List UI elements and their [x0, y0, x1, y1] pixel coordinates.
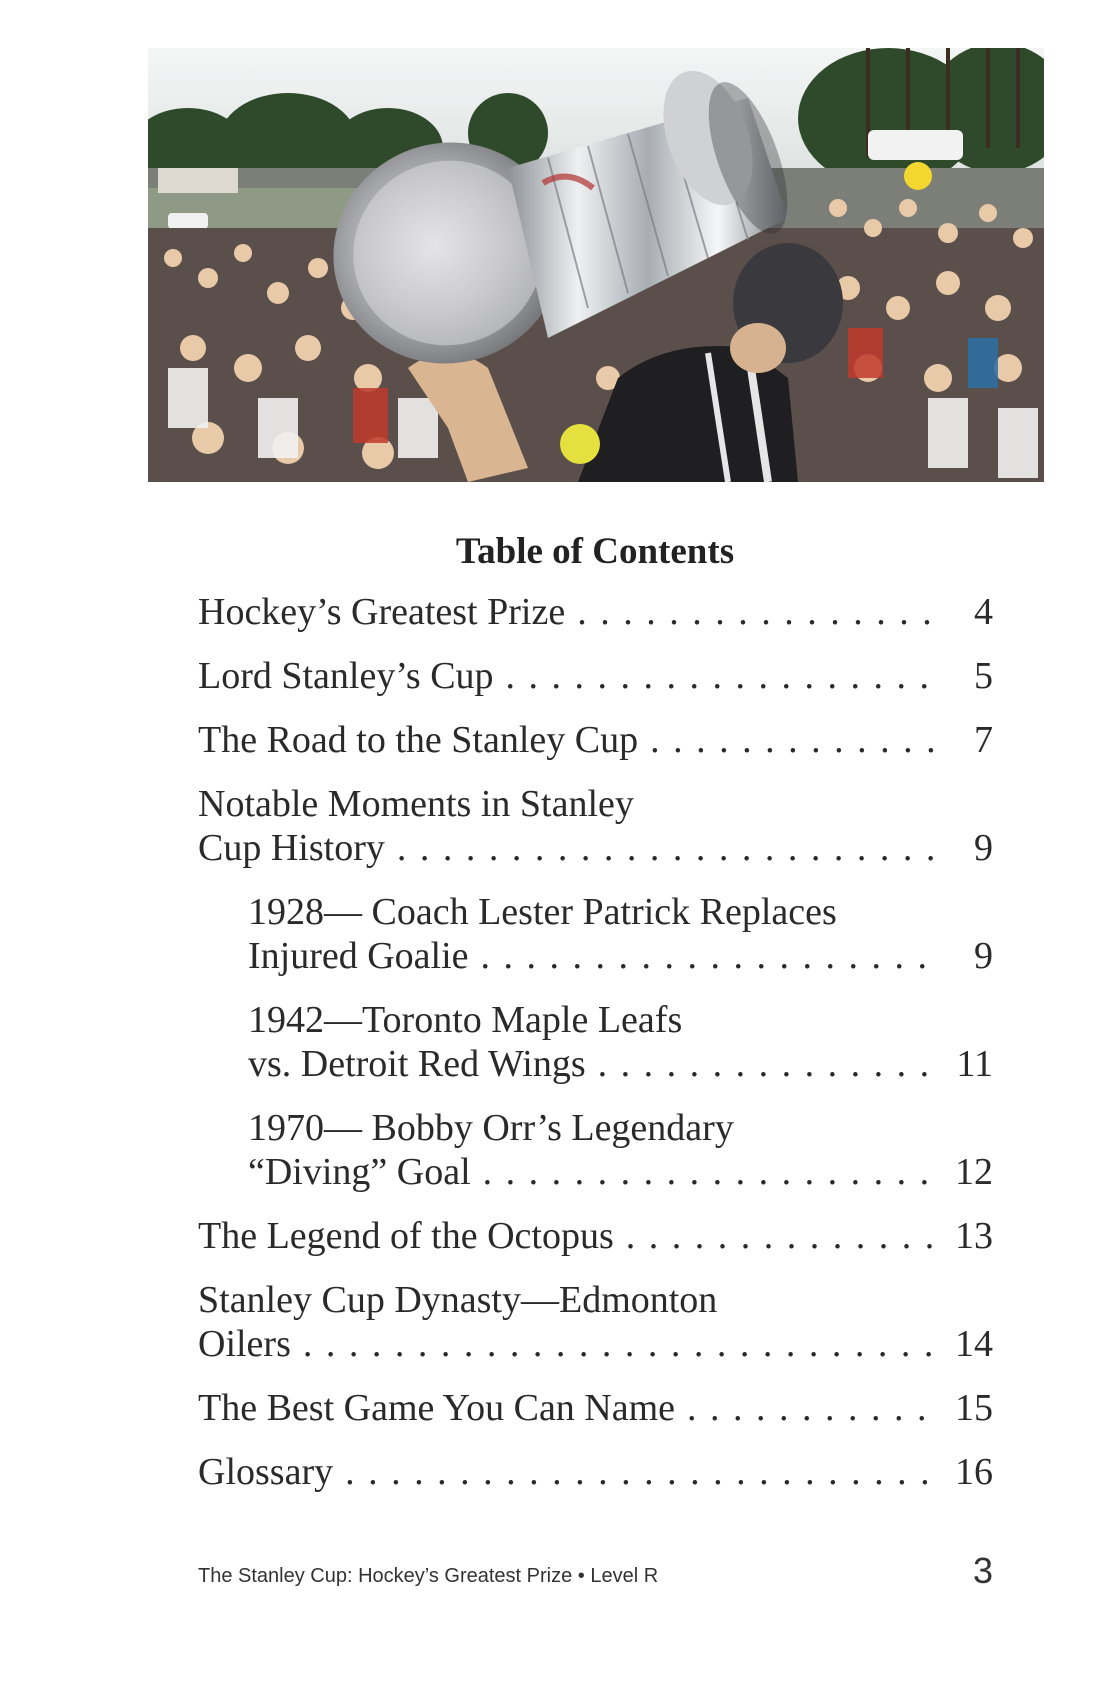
dot-leader — [397, 826, 943, 870]
toc-entry-page-number: 14 — [955, 1323, 993, 1365]
toc-entry-title-line: 1970— Bobby Orr’s Legendary — [248, 1107, 734, 1149]
toc-entry-title-line: vs. Detroit Red Wings — [248, 1043, 586, 1085]
dot-leader — [303, 1322, 941, 1366]
toc-entry-title-line: The Road to the Stanley Cup — [198, 719, 639, 761]
toc-entry: 1970— Bobby Orr’s Legendary “Diving” Goal… — [198, 1106, 993, 1194]
dot-leader — [687, 1386, 941, 1430]
toc-entry-page-number: 15 — [955, 1387, 993, 1429]
dot-leader — [577, 590, 943, 634]
toc-entry-title-line: Lord Stanley’s Cup — [198, 655, 494, 697]
toc-entry: Stanley Cup Dynasty—EdmontonOilers 14 — [198, 1278, 993, 1366]
toc-entry: Lord Stanley’s Cup 5 — [198, 654, 993, 698]
toc-entry: 1942—Toronto Maple Leafs vs. Detroit Red … — [198, 998, 993, 1086]
toc-entry: The Road to the Stanley Cup 7 — [198, 718, 993, 762]
toc-entry-title-line: “Diving” Goal — [248, 1151, 471, 1193]
toc-entry: Notable Moments in StanleyCup History 9 — [198, 782, 993, 870]
toc-entry-page-number: 7 — [974, 719, 993, 761]
dot-leader — [345, 1450, 941, 1494]
toc-entry: The Best Game You Can Name 15 — [198, 1386, 993, 1430]
toc-entry-page-number: 13 — [955, 1215, 993, 1257]
toc-entry: Glossary 16 — [198, 1450, 993, 1494]
toc-entry-page-number: 11 — [956, 1043, 993, 1085]
toc-entry: The Legend of the Octopus 13 — [198, 1214, 993, 1258]
dot-leader — [506, 654, 943, 698]
toc-entry-page-number: 9 — [974, 935, 993, 977]
toc-entry-title-line: 1928— Coach Lester Patrick Replaces — [248, 891, 837, 933]
toc-entry-title-line: Cup History — [198, 827, 385, 869]
toc-entry-title-line: Injured Goalie — [248, 935, 469, 977]
toc-title: Table of Contents — [455, 531, 735, 572]
toc-entry-page-number: 9 — [974, 827, 993, 869]
dot-leader — [598, 1042, 943, 1086]
table-of-contents: Hockey’s Greatest Prize 4 Lord Stanley’s C… — [198, 590, 993, 1514]
toc-entry-title-line: Stanley Cup Dynasty—Edmonton — [198, 1279, 718, 1321]
toc-entry-page-number: 5 — [974, 655, 993, 697]
toc-entry: Hockey’s Greatest Prize 4 — [198, 590, 993, 634]
toc-entry-title-line: Hockey’s Greatest Prize — [198, 591, 566, 633]
toc-entry: 1928— Coach Lester Patrick Replaces Injur… — [198, 890, 993, 978]
stanley-cup-celebration-image — [148, 48, 1044, 482]
toc-entry-title-line: The Best Game You Can Name — [198, 1387, 676, 1429]
dot-leader — [481, 934, 943, 978]
toc-entry-page-number: 12 — [955, 1151, 993, 1193]
toc-entry-title-line: Glossary — [198, 1451, 334, 1493]
toc-entry-title-line: Notable Moments in Stanley — [198, 783, 634, 825]
toc-entry-title-line: The Legend of the Octopus — [198, 1215, 614, 1257]
stanley-cup-photo — [148, 48, 1044, 482]
toc-entry-title-line: 1942—Toronto Maple Leafs — [248, 999, 683, 1041]
toc-entry-page-number: 4 — [974, 591, 993, 633]
page-number: 3 — [972, 1550, 993, 1591]
toc-entry-title-line: Oilers — [198, 1323, 291, 1365]
dot-leader — [483, 1150, 941, 1194]
toc-entry-page-number: 16 — [955, 1451, 993, 1493]
dot-leader — [650, 718, 943, 762]
dot-leader — [626, 1214, 941, 1258]
footer-book-title: The Stanley Cup: Hockey’s Greatest Prize… — [198, 1565, 659, 1587]
